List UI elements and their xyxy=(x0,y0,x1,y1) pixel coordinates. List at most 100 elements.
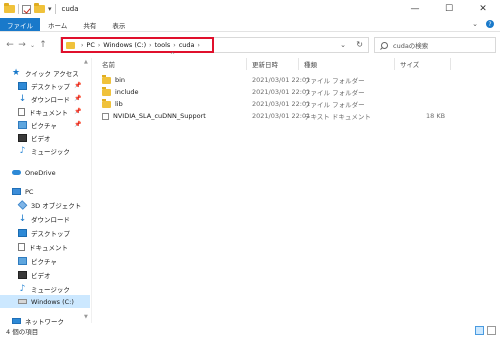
sidebar-item-label: ピクチャ xyxy=(31,121,57,130)
sidebar-item-pc-videos[interactable]: ビデオ xyxy=(0,268,51,281)
close-button[interactable]: ✕ xyxy=(466,0,500,18)
tab-view[interactable]: 表示 xyxy=(104,18,133,31)
file-modified: 2021/03/01 22:01 xyxy=(252,88,311,96)
sidebar-item-desktop[interactable]: デスクトップ xyxy=(0,79,70,92)
details-view-icon[interactable] xyxy=(475,326,484,335)
sidebar-item-pc-desktop[interactable]: デスクトップ xyxy=(0,226,70,239)
sidebar-item-label: Windows (C:) xyxy=(31,297,74,306)
sidebar-item-pc-downloads[interactable]: ↓ ダウンロード xyxy=(0,212,70,225)
new-folder-icon[interactable] xyxy=(34,3,45,13)
scroll-down-icon[interactable]: ▼ xyxy=(84,314,88,320)
chevron-right-icon[interactable]: › xyxy=(98,42,100,49)
column-header-size[interactable]: サイズ xyxy=(400,58,419,70)
sidebar-item-pc-documents[interactable]: ドキュメント xyxy=(0,240,68,253)
help-icon[interactable]: ? xyxy=(486,20,494,28)
list-item[interactable]: NVIDIA_SLA_cuDNN_Support 2021/03/01 22:0… xyxy=(96,110,500,122)
view-switcher xyxy=(475,326,496,335)
customize-toolbar-dropdown[interactable]: ▾ xyxy=(48,5,52,13)
sidebar-item-label: ビデオ xyxy=(31,271,51,280)
file-modified: 2021/03/01 22:01 xyxy=(252,100,311,108)
sidebar-item-pc[interactable]: PC xyxy=(0,185,33,198)
pin-icon: 📌 xyxy=(74,82,82,89)
column-header-modified[interactable]: 更新日時 xyxy=(252,58,278,70)
pin-icon: 📌 xyxy=(74,121,82,128)
sidebar-item-pictures[interactable]: ピクチャ xyxy=(0,118,57,131)
breadcrumb-cuda[interactable]: cuda xyxy=(179,41,195,49)
file-name: lib xyxy=(102,98,123,110)
list-item[interactable]: bin 2021/03/01 22:01 ファイル フォルダー xyxy=(96,74,500,86)
tab-file[interactable]: ファイル xyxy=(0,18,40,31)
sidebar-item-videos[interactable]: ビデオ xyxy=(0,131,51,144)
sidebar-item-label: デスクトップ xyxy=(31,82,70,91)
music-icon: ♪ xyxy=(19,283,26,294)
breadcrumb: › PC › Windows (C:) › tools › cuda › xyxy=(61,37,214,53)
column-header-name[interactable]: 名前 xyxy=(102,58,115,70)
chevron-right-icon[interactable]: › xyxy=(198,42,200,49)
file-name-label: bin xyxy=(115,76,126,84)
sidebar-item-windows-c[interactable]: Windows (C:) xyxy=(0,295,90,308)
file-name: include xyxy=(102,86,139,98)
desktop-icon xyxy=(18,228,27,237)
address-dropdown-icon[interactable]: ⌄ xyxy=(340,41,346,49)
toolbar-divider xyxy=(18,4,19,14)
sidebar-item-downloads[interactable]: ↓ ダウンロード xyxy=(0,92,70,105)
file-list: ^ 名前 更新日時 種類 サイズ bin 2021/03/01 22:01 ファ… xyxy=(96,52,500,323)
properties-icon[interactable] xyxy=(22,4,31,14)
folder-icon xyxy=(102,74,111,84)
toolbar-divider xyxy=(54,4,56,14)
window-title: cuda xyxy=(61,5,79,13)
back-button[interactable]: ← xyxy=(4,40,16,50)
chevron-right-icon[interactable]: › xyxy=(149,42,151,49)
expand-ribbon-icon[interactable]: ⌄ xyxy=(472,20,478,28)
status-bar: 4 個の項目 xyxy=(0,323,500,339)
video-icon xyxy=(18,270,27,279)
chevron-right-icon[interactable]: › xyxy=(173,42,175,49)
refresh-icon[interactable]: ↻ xyxy=(356,40,363,49)
column-divider[interactable] xyxy=(246,58,247,70)
list-item[interactable]: lib 2021/03/01 22:01 ファイル フォルダー xyxy=(96,98,500,110)
folder-icon xyxy=(4,3,15,13)
address-bar[interactable]: › PC › Windows (C:) › tools › cuda › ⌄ ↻ xyxy=(60,37,369,53)
file-modified: 2021/03/01 22:01 xyxy=(252,112,311,120)
list-item[interactable]: include 2021/03/01 22:01 ファイル フォルダー xyxy=(96,86,500,98)
breadcrumb-windows-c[interactable]: Windows (C:) xyxy=(103,41,146,49)
sidebar-item-onedrive[interactable]: OneDrive xyxy=(0,166,56,179)
sidebar-item-quick-access[interactable]: ★ クイック アクセス xyxy=(0,66,79,79)
sidebar-item-pc-pictures[interactable]: ピクチャ xyxy=(0,254,57,267)
pin-icon: 📌 xyxy=(74,108,82,115)
minimize-button[interactable]: — xyxy=(398,0,432,18)
forward-button[interactable]: → xyxy=(16,40,28,50)
column-divider[interactable] xyxy=(450,58,451,70)
text-document-icon xyxy=(102,112,109,120)
column-divider[interactable] xyxy=(394,58,395,70)
desktop-icon xyxy=(18,81,27,90)
chevron-right-icon[interactable]: › xyxy=(81,42,83,49)
sidebar-item-documents[interactable]: ドキュメント xyxy=(0,105,68,118)
file-name-label: NVIDIA_SLA_cuDNN_Support xyxy=(113,112,206,120)
tab-home[interactable]: ホーム xyxy=(40,18,75,31)
column-header-type[interactable]: 種類 xyxy=(304,58,317,70)
column-divider[interactable] xyxy=(298,58,299,70)
navigation-bar: ← → ⌄ ↑ › PC › Windows (C:) › tools › cu… xyxy=(0,33,500,57)
recent-locations-button[interactable]: ⌄ xyxy=(28,42,37,49)
sidebar-item-label: PC xyxy=(25,187,34,196)
up-button[interactable]: ↑ xyxy=(37,40,49,50)
breadcrumb-tools[interactable]: tools xyxy=(155,41,171,49)
maximize-button[interactable]: ☐ xyxy=(432,0,466,18)
sidebar-item-music[interactable]: ♪ ミュージック xyxy=(0,144,70,157)
title-bar: ▾ cuda — ☐ ✕ xyxy=(0,0,500,18)
folder-icon xyxy=(102,86,111,96)
sidebar-item-pc-music[interactable]: ♪ ミュージック xyxy=(0,282,70,295)
search-icon xyxy=(381,41,388,49)
sidebar-item-label: ピクチャ xyxy=(31,257,57,266)
file-type: ファイル フォルダー xyxy=(304,89,365,97)
search-box[interactable]: cudaの検索 xyxy=(374,37,496,53)
sidebar-item-label: 3D オブジェクト xyxy=(31,201,82,210)
large-icons-view-icon[interactable] xyxy=(487,326,496,335)
navigation-pane: ▲ ★ クイック アクセス デスクトップ 📌 ↓ ダウンロード 📌 ドキュメント… xyxy=(0,58,92,326)
scroll-up-icon[interactable]: ▲ xyxy=(84,59,88,65)
computer-icon xyxy=(12,188,21,195)
sidebar-item-3d-objects[interactable]: 3D オブジェクト xyxy=(0,198,81,211)
breadcrumb-pc[interactable]: PC xyxy=(86,41,94,49)
tab-share[interactable]: 共有 xyxy=(75,18,104,31)
